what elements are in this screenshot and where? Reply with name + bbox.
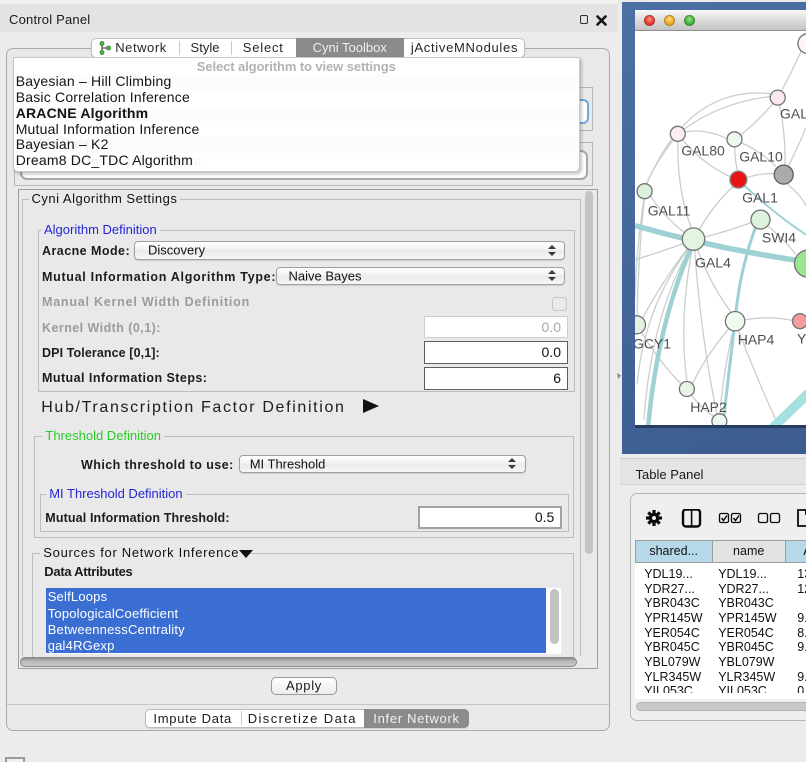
svg-text:GAL4: GAL4 bbox=[695, 255, 731, 271]
svg-text:SWI4: SWI4 bbox=[762, 230, 796, 246]
svg-text:HAP4: HAP4 bbox=[738, 332, 775, 348]
svg-text:GAL7: GAL7 bbox=[780, 106, 806, 122]
svg-text:Y: Y bbox=[797, 331, 806, 347]
svg-text:GCY1: GCY1 bbox=[635, 336, 671, 352]
svg-text:HAP2: HAP2 bbox=[690, 399, 727, 415]
svg-text:GAL80: GAL80 bbox=[681, 143, 725, 159]
svg-text:GAL10: GAL10 bbox=[739, 149, 783, 165]
svg-text:GAL1: GAL1 bbox=[742, 190, 778, 206]
svg-text:GAL11: GAL11 bbox=[648, 203, 691, 219]
